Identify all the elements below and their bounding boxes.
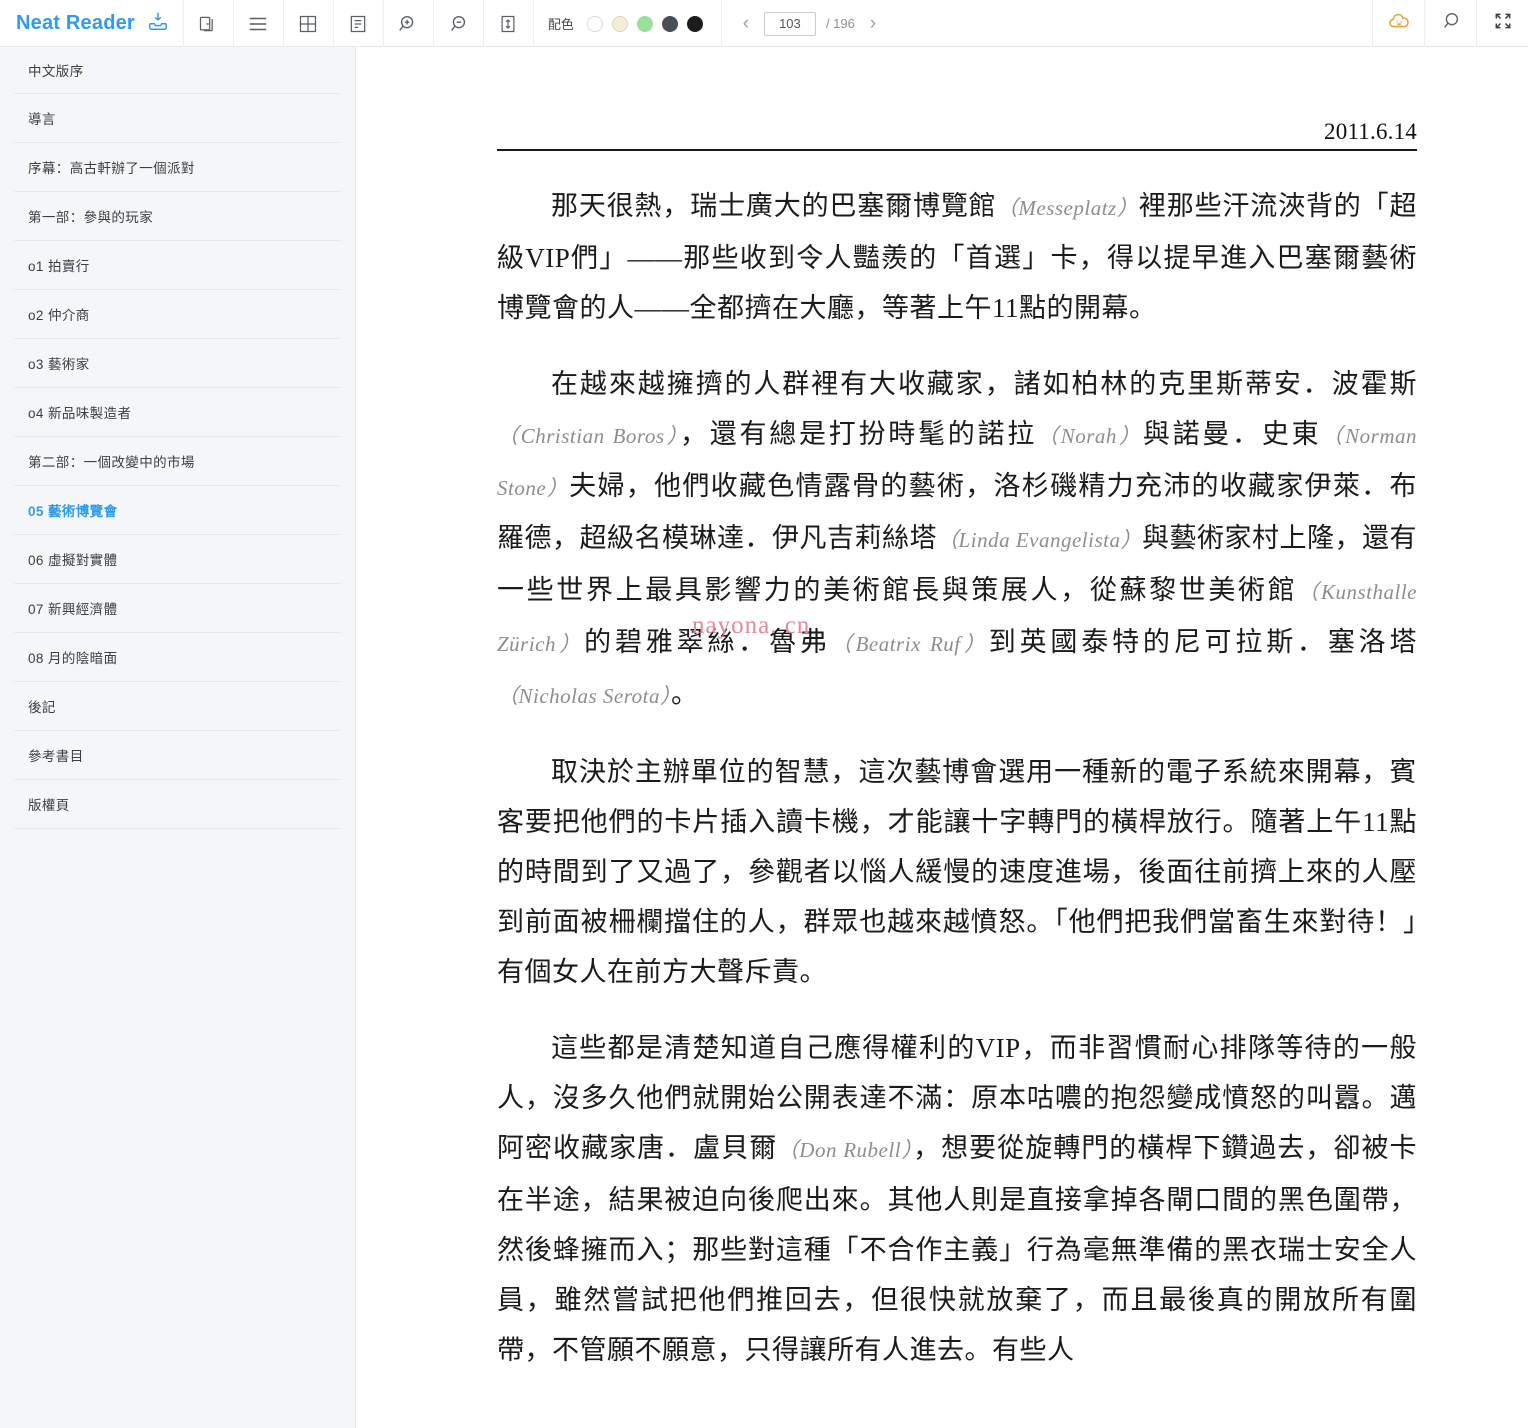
paragraph: 這些都是清楚知道自己應得權利的VIP，而非習慣耐心排隊等待的一般人，沒多久他們就… — [497, 1023, 1417, 1375]
search-icon — [1440, 10, 1462, 37]
cloud-sync-button[interactable] — [1372, 0, 1424, 47]
cloud-sync-icon — [1387, 9, 1411, 38]
text-run: 與諾曼．史東 — [1142, 419, 1322, 449]
toc-item[interactable]: 序幕：高古軒辦了一個派對 — [14, 143, 341, 192]
hamburger-menu-icon — [247, 13, 269, 35]
latin-gloss: （Norah） — [1036, 424, 1143, 448]
toc-item[interactable]: 第二部：一個改變中的市場 — [14, 437, 341, 486]
toolbar-right-group — [1372, 0, 1528, 47]
text-run: ，想要從旋轉門的橫桿下鑽過去，卻被卡在半途，結果被迫向後爬出來。其他人則是直接拿… — [497, 1133, 1418, 1365]
text-run: 取決於主辦單位的智慧，這次藝博會選用一種新的電子系統來開幕，賓客要把他們的卡片插… — [497, 757, 1417, 987]
toc-toggle-button[interactable] — [234, 0, 284, 47]
reader-pane[interactable]: 2011.6.14 那天很熱，瑞士廣大的巴塞爾博覽館（Messeplatz）裡那… — [357, 47, 1528, 1428]
grid-layout-icon — [298, 14, 318, 34]
grid-view-button[interactable] — [284, 0, 334, 47]
line-height-icon — [498, 14, 518, 34]
toc-item[interactable]: 05 藝術博覽會 — [14, 486, 341, 535]
brand-area: Neat Reader — [0, 0, 184, 47]
toc-item[interactable]: 07 新興經濟體 — [14, 584, 341, 633]
save-to-library-icon[interactable] — [147, 10, 169, 37]
text-run: 的碧雅翠絲．魯弗 — [584, 627, 831, 657]
total-pages-label: / 196 — [825, 16, 855, 31]
toc-item[interactable]: 06 虛擬對實體 — [14, 535, 341, 584]
text-run: 那天很熱，瑞士廣大的巴塞爾博覽館 — [551, 191, 997, 221]
latin-gloss: （Nicholas Serota） — [497, 684, 671, 708]
latin-gloss: （Linda Evangelista） — [937, 528, 1142, 552]
toc-item[interactable]: 中文版序 — [14, 47, 341, 94]
copy-book-icon — [198, 14, 218, 34]
notes-button[interactable] — [334, 0, 384, 47]
paragraph: 取決於主辦單位的智慧，這次藝博會選用一種新的電子系統來開幕，賓客要把他們的卡片插… — [497, 747, 1417, 997]
toc-item[interactable]: 後記 — [14, 682, 341, 731]
toc-item[interactable]: 08 月的陰暗面 — [14, 633, 341, 682]
theme-swatch-black[interactable] — [686, 15, 703, 32]
toc-item[interactable]: o3 藝術家 — [14, 339, 341, 388]
toc-item[interactable]: o4 新品味製造者 — [14, 388, 341, 437]
search-button[interactable] — [1424, 0, 1476, 47]
zoom-in-icon — [397, 13, 419, 35]
paragraph: 在越來越擁擠的人群裡有大收藏家，諸如柏林的克里斯蒂安．波霍斯 （Christian… — [497, 359, 1417, 721]
chapter-body: 那天很熱，瑞士廣大的巴塞爾博覽館（Messeplatz）裡那些汗流浹背的「超級V… — [497, 181, 1417, 1375]
color-theme-picker: 配色 — [534, 0, 722, 47]
latin-gloss: （Christian Boros） — [497, 424, 680, 448]
toc-item[interactable]: 第一部：參與的玩家 — [14, 192, 341, 241]
text-run: 在越來越擁擠的人群裡有大收藏家，諸如柏林的克里斯蒂安．波霍斯 — [551, 369, 1417, 399]
prev-page-button[interactable]: ‹ — [738, 14, 754, 33]
zoom-out-icon — [447, 13, 469, 35]
toc-item[interactable]: 參考書目 — [14, 731, 341, 780]
zoom-out-button[interactable] — [434, 0, 484, 47]
latin-gloss: （Messeplatz） — [996, 196, 1139, 220]
paragraph: 那天很熱，瑞士廣大的巴塞爾博覽館（Messeplatz）裡那些汗流浹背的「超級V… — [497, 181, 1417, 333]
latin-gloss: （Beatrix Ruf） — [830, 632, 989, 656]
note-list-icon — [348, 14, 368, 34]
toc-item[interactable]: 導言 — [14, 94, 341, 143]
latin-gloss: （Don Rubell） — [777, 1138, 914, 1162]
toc-item[interactable]: o2 仲介商 — [14, 290, 341, 339]
theme-swatch-dark-gray[interactable] — [661, 15, 678, 32]
next-page-button[interactable]: › — [865, 14, 881, 33]
chapter-header: 2011.6.14 — [497, 119, 1417, 151]
page-number-input[interactable] — [763, 11, 816, 36]
book-page: 2011.6.14 那天很熱，瑞士廣大的巴塞爾博覽館（Messeplatz）裡那… — [497, 47, 1417, 1375]
line-spacing-button[interactable] — [484, 0, 534, 47]
chapter-date: 2011.6.14 — [1324, 119, 1417, 144]
toc-sidebar: 中文版序 導言 序幕：高古軒辦了一個派對 第一部：參與的玩家 o1 拍賣行 o2 仲介商 o… — [0, 47, 356, 1428]
text-run: 到英國泰特的尼可拉斯．塞洛塔 — [988, 627, 1417, 657]
text-run: ，還有總是打扮時髦的諾拉 — [680, 419, 1037, 449]
fullscreen-icon — [1493, 11, 1513, 36]
palette-label: 配色 — [547, 17, 574, 32]
theme-swatch-sepia[interactable] — [611, 15, 628, 32]
page-navigation: ‹ / 196 › — [722, 0, 897, 47]
app-title: Neat Reader — [16, 12, 135, 34]
book-shelf-button[interactable] — [184, 0, 234, 47]
theme-swatch-green[interactable] — [636, 15, 653, 32]
text-run: 。 — [670, 679, 699, 709]
toc-item[interactable]: 版權頁 — [14, 780, 341, 829]
fullscreen-button[interactable] — [1476, 0, 1528, 47]
toc-item[interactable]: o1 拍賣行 — [14, 241, 341, 290]
zoom-in-button[interactable] — [384, 0, 434, 47]
toc-list: 中文版序 導言 序幕：高古軒辦了一個派對 第一部：參與的玩家 o1 拍賣行 o2 仲介商 o… — [0, 47, 355, 829]
top-toolbar: Neat Reader 配色 ‹ 103 / 196 › — [0, 0, 1528, 47]
theme-swatch-white[interactable] — [586, 15, 603, 32]
